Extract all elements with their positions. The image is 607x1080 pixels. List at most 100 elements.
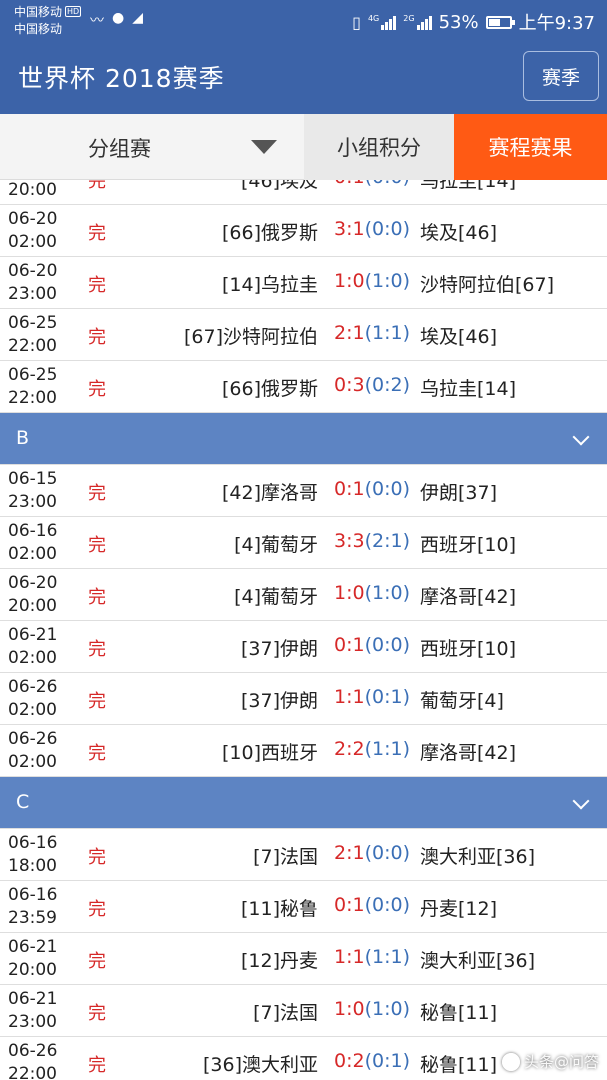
match-row[interactable]: 06-21 20:00 完 [12]丹麦 1:1(1:1) 澳大利亚[36]: [0, 933, 607, 985]
home-team: [37]伊朗: [240, 638, 318, 660]
match-score: 0:1(0:0): [334, 894, 410, 916]
match-time: 22:00: [8, 388, 57, 408]
half-time-score: (0:0): [364, 218, 410, 240]
match-date: 06-16: [8, 833, 58, 853]
half-time-score: (1:0): [364, 998, 410, 1020]
match-score: 1:1(0:1): [334, 686, 410, 708]
match-time: 20:00: [8, 596, 57, 616]
away-team: 乌拉圭[14]: [420, 180, 517, 192]
match-row[interactable]: 06-21 02:00 完 [37]伊朗 0:1(0:0) 西班牙[10]: [0, 621, 607, 673]
home-team: [7]法国: [253, 846, 318, 868]
match-time: 23:00: [8, 492, 57, 512]
home-team: [36]澳大利亚: [202, 1054, 318, 1076]
match-row[interactable]: 06-16 02:00 完 [4]葡萄牙 3:3(2:1) 西班牙[10]: [0, 517, 607, 569]
match-time: 02:00: [8, 232, 57, 252]
match-datetime: 06-26 02:00: [8, 676, 57, 722]
half-time-score: (1:1): [364, 322, 410, 344]
away-team: 丹麦[12]: [420, 898, 498, 920]
match-date: 06-15: [8, 469, 58, 489]
match-datetime: 06-1920:00: [8, 180, 57, 202]
tab-results[interactable]: 赛程赛果: [454, 114, 607, 180]
clock: 上午9:37: [518, 13, 595, 34]
match-datetime: 06-16 02:00: [8, 520, 57, 566]
full-time-score: 1:0: [334, 270, 365, 292]
carrier-info: 中国移动 HD 中国移动: [14, 3, 82, 38]
match-row[interactable]: 06-1920:00 完 [46]埃及 0:1(0:0) 乌拉圭[14]: [0, 180, 607, 205]
tab-standings[interactable]: 小组积分: [304, 114, 454, 180]
match-datetime: 06-21 02:00: [8, 624, 57, 670]
match-time: 02:00: [8, 648, 57, 668]
match-datetime: 06-25 22:00: [8, 364, 57, 410]
hd-badge: HD: [65, 6, 82, 17]
half-time-score: (1:0): [364, 582, 410, 604]
match-time: 20:00: [8, 180, 57, 200]
half-time-score: (0:0): [364, 894, 410, 916]
match-score: 0:2(0:1): [334, 1050, 410, 1072]
full-time-score: 1:0: [334, 582, 365, 604]
match-row[interactable]: 06-20 02:00 完 [66]俄罗斯 3:1(0:0) 埃及[46]: [0, 205, 607, 257]
match-score: 1:1(1:1): [334, 946, 410, 968]
group-name: C: [16, 791, 30, 813]
match-score: 2:2(1:1): [334, 738, 410, 760]
match-datetime: 06-26 02:00: [8, 728, 57, 774]
match-status: 完: [88, 899, 106, 920]
tab-bar: 分组赛 小组积分 赛程赛果: [0, 114, 607, 180]
match-row[interactable]: 06-21 23:00 完 [7]法国 1:0(1:0) 秘鲁[11]: [0, 985, 607, 1037]
full-time-score: 1:1: [334, 686, 365, 708]
full-time-score: 0:1: [334, 478, 365, 500]
group-name: B: [16, 427, 30, 449]
away-team: 秘鲁[11]: [420, 1054, 498, 1076]
chevron-down-icon[interactable]: [572, 792, 590, 810]
match-row[interactable]: 06-25 22:00 完 [67]沙特阿拉伯 2:1(1:1) 埃及[46]: [0, 309, 607, 361]
match-date: 06-26: [8, 729, 58, 749]
full-time-score: 2:1: [334, 322, 365, 344]
status-right: ▯ 4G 2G 53% 上午9:37: [352, 9, 595, 35]
home-team: [10]西班牙: [221, 742, 318, 764]
match-time: 23:00: [8, 1012, 57, 1032]
status-bar: 中国移动 HD 中国移动 〰 ● ◢ ▯ 4G 2G 53% 上午9:37: [0, 0, 607, 42]
away-team: 沙特阿拉伯[67]: [420, 274, 555, 296]
match-row[interactable]: 06-26 02:00 完 [37]伊朗 1:1(0:1) 葡萄牙[4]: [0, 673, 607, 725]
match-list[interactable]: 06-1920:00完[46]埃及0:1(0:0)乌拉圭[14]06-2002:…: [0, 180, 607, 1080]
away-team: 澳大利亚[36]: [420, 950, 536, 972]
half-time-score: (1:1): [364, 738, 410, 760]
half-time-score: (0:0): [364, 634, 410, 656]
group-header-b[interactable]: B: [0, 413, 607, 465]
match-time: 18:00: [8, 856, 57, 876]
half-time-score: (0:0): [364, 478, 410, 500]
home-team: [67]沙特阿拉伯: [183, 326, 318, 348]
half-time-score: (0:0): [365, 180, 410, 188]
activity-icon: 〰: [90, 13, 104, 29]
season-button[interactable]: 赛季: [523, 51, 599, 101]
match-row[interactable]: 06-16 23:59 完 [11]秘鲁 0:1(0:0) 丹麦[12]: [0, 881, 607, 933]
watermark-logo-icon: [501, 1052, 520, 1071]
match-status: 完: [88, 1003, 106, 1024]
match-score: 1:0(1:0): [334, 582, 410, 604]
match-row[interactable]: 06-20 20:00 完 [4]葡萄牙 1:0(1:0) 摩洛哥[42]: [0, 569, 607, 621]
home-team: [7]法国: [253, 1002, 318, 1024]
match-status: 完: [88, 743, 106, 764]
match-row[interactable]: 06-25 22:00 完 [66]俄罗斯 0:3(0:2) 乌拉圭[14]: [0, 361, 607, 413]
match-row[interactable]: 06-26 02:00 完 [10]西班牙 2:2(1:1) 摩洛哥[42]: [0, 725, 607, 777]
match-row[interactable]: 06-15 23:00 完 [42]摩洛哥 0:1(0:0) 伊朗[37]: [0, 465, 607, 517]
away-team: 乌拉圭[14]: [420, 378, 517, 400]
match-row[interactable]: 06-20 23:00 完 [14]乌拉圭 1:0(1:0) 沙特阿拉伯[67]: [0, 257, 607, 309]
match-date: 06-16: [8, 521, 58, 541]
group-header-c[interactable]: C: [0, 777, 607, 829]
full-time-score: 1:0: [334, 998, 365, 1020]
away-team: 摩洛哥[42]: [420, 742, 517, 764]
full-time-score: 0:2: [334, 1050, 365, 1072]
match-time: 23:59: [8, 908, 57, 928]
full-time-score: 0:1: [334, 634, 365, 656]
half-time-score: (1:0): [364, 270, 410, 292]
app-header: 世界杯 2018赛季 赛季: [0, 42, 607, 114]
match-row[interactable]: 06-16 18:00 完 [7]法国 2:1(0:0) 澳大利亚[36]: [0, 829, 607, 881]
match-time: 02:00: [8, 544, 57, 564]
match-date: 06-26: [8, 677, 58, 697]
match-time: 02:00: [8, 700, 57, 720]
chevron-down-icon[interactable]: [572, 428, 590, 446]
match-score: 2:1(0:0): [334, 842, 410, 864]
half-time-score: (0:2): [364, 374, 410, 396]
away-team: 伊朗[37]: [420, 482, 498, 504]
tab-group-stage[interactable]: 分组赛: [0, 114, 304, 180]
